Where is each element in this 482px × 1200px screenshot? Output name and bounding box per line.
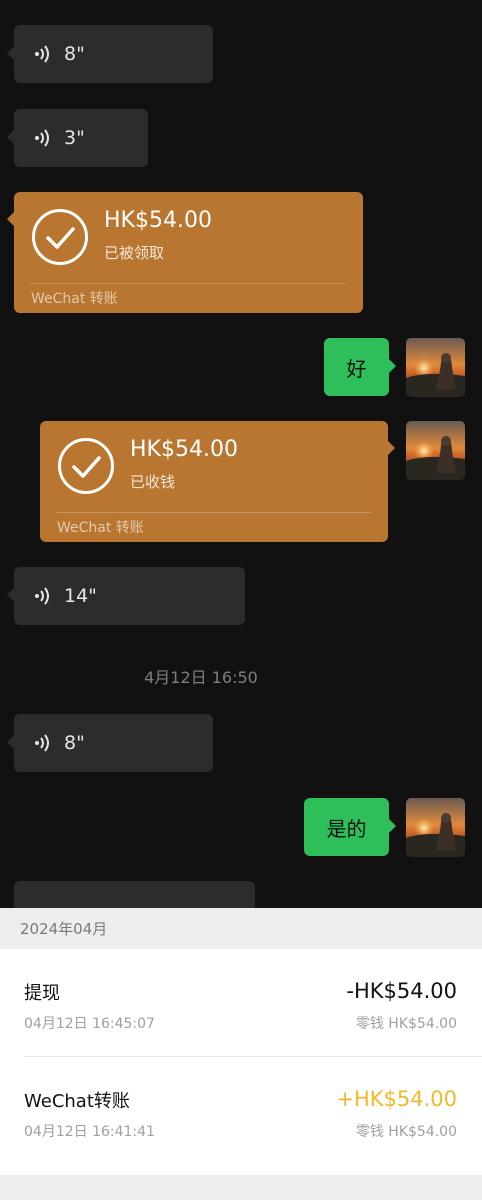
message-text: 好	[346, 356, 367, 381]
voice-wave-icon	[35, 129, 49, 147]
transaction-list: 提现 04月12日 16:45:07 -HK$54.00 零钱 HK$54.00…	[0, 949, 482, 1175]
transaction-row[interactable]: WeChat转账 04月12日 16:41:41 +HK$54.00 零钱 HK…	[0, 1057, 482, 1170]
transfer-footer: WeChat 转账	[57, 520, 144, 536]
transfer-status: 已被领取	[104, 244, 165, 262]
transfer-amount: HK$54.00	[104, 208, 212, 233]
message-text: 是的	[326, 816, 367, 841]
divider	[57, 512, 371, 513]
voice-message-partial[interactable]	[14, 881, 255, 908]
voice-wave-icon	[35, 45, 49, 63]
voice-duration: 3"	[64, 127, 85, 149]
voice-duration: 14"	[64, 585, 97, 607]
transaction-balance: 零钱 HK$54.00	[355, 1124, 457, 1140]
text-message[interactable]: 好	[324, 338, 396, 396]
transaction-title: WeChat转账	[24, 1091, 130, 1112]
transaction-time: 04月12日 16:45:07	[24, 1016, 155, 1032]
transaction-amount: -HK$54.00	[346, 979, 457, 1003]
text-message[interactable]: 是的	[304, 798, 396, 856]
transfer-footer: WeChat 转账	[31, 291, 118, 307]
avatar[interactable]	[406, 338, 465, 397]
avatar[interactable]	[406, 421, 465, 480]
transfer-status: 已收钱	[130, 473, 176, 491]
month-header: 2024年04月	[20, 920, 108, 938]
check-circle-icon	[58, 438, 114, 494]
transaction-time: 04月12日 16:41:41	[24, 1124, 155, 1140]
transaction-balance: 零钱 HK$54.00	[355, 1016, 457, 1032]
transaction-amount: +HK$54.00	[336, 1087, 457, 1111]
transaction-title: 提现	[24, 983, 60, 1004]
avatar[interactable]	[406, 798, 465, 857]
transfer-amount: HK$54.00	[130, 437, 238, 462]
chat-timestamp: 4月12日 16:50	[144, 668, 258, 687]
check-circle-icon	[32, 209, 88, 265]
voice-message[interactable]: 8"	[7, 25, 213, 83]
transaction-row[interactable]: 提现 04月12日 16:45:07 -HK$54.00 零钱 HK$54.00	[0, 949, 482, 1062]
voice-duration: 8"	[64, 732, 85, 754]
voice-message[interactable]: 3"	[7, 109, 148, 167]
transfer-message[interactable]: HK$54.00 已收钱 WeChat 转账	[40, 421, 395, 542]
divider	[31, 283, 346, 284]
voice-duration: 8"	[64, 43, 85, 65]
transfer-message[interactable]: HK$54.00 已被领取 WeChat 转账	[7, 192, 363, 313]
voice-message[interactable]: 14"	[7, 567, 245, 625]
voice-wave-icon	[35, 587, 49, 605]
voice-message[interactable]: 8"	[7, 714, 213, 772]
transaction-ledger: 2024年04月 提现 04月12日 16:45:07 -HK$54.00 零钱…	[0, 908, 482, 1200]
chat-area: 8" 3" HK$54.00 已被领取 WeChat 转账 好 HK$54.00…	[0, 0, 482, 908]
voice-wave-icon	[35, 734, 49, 752]
